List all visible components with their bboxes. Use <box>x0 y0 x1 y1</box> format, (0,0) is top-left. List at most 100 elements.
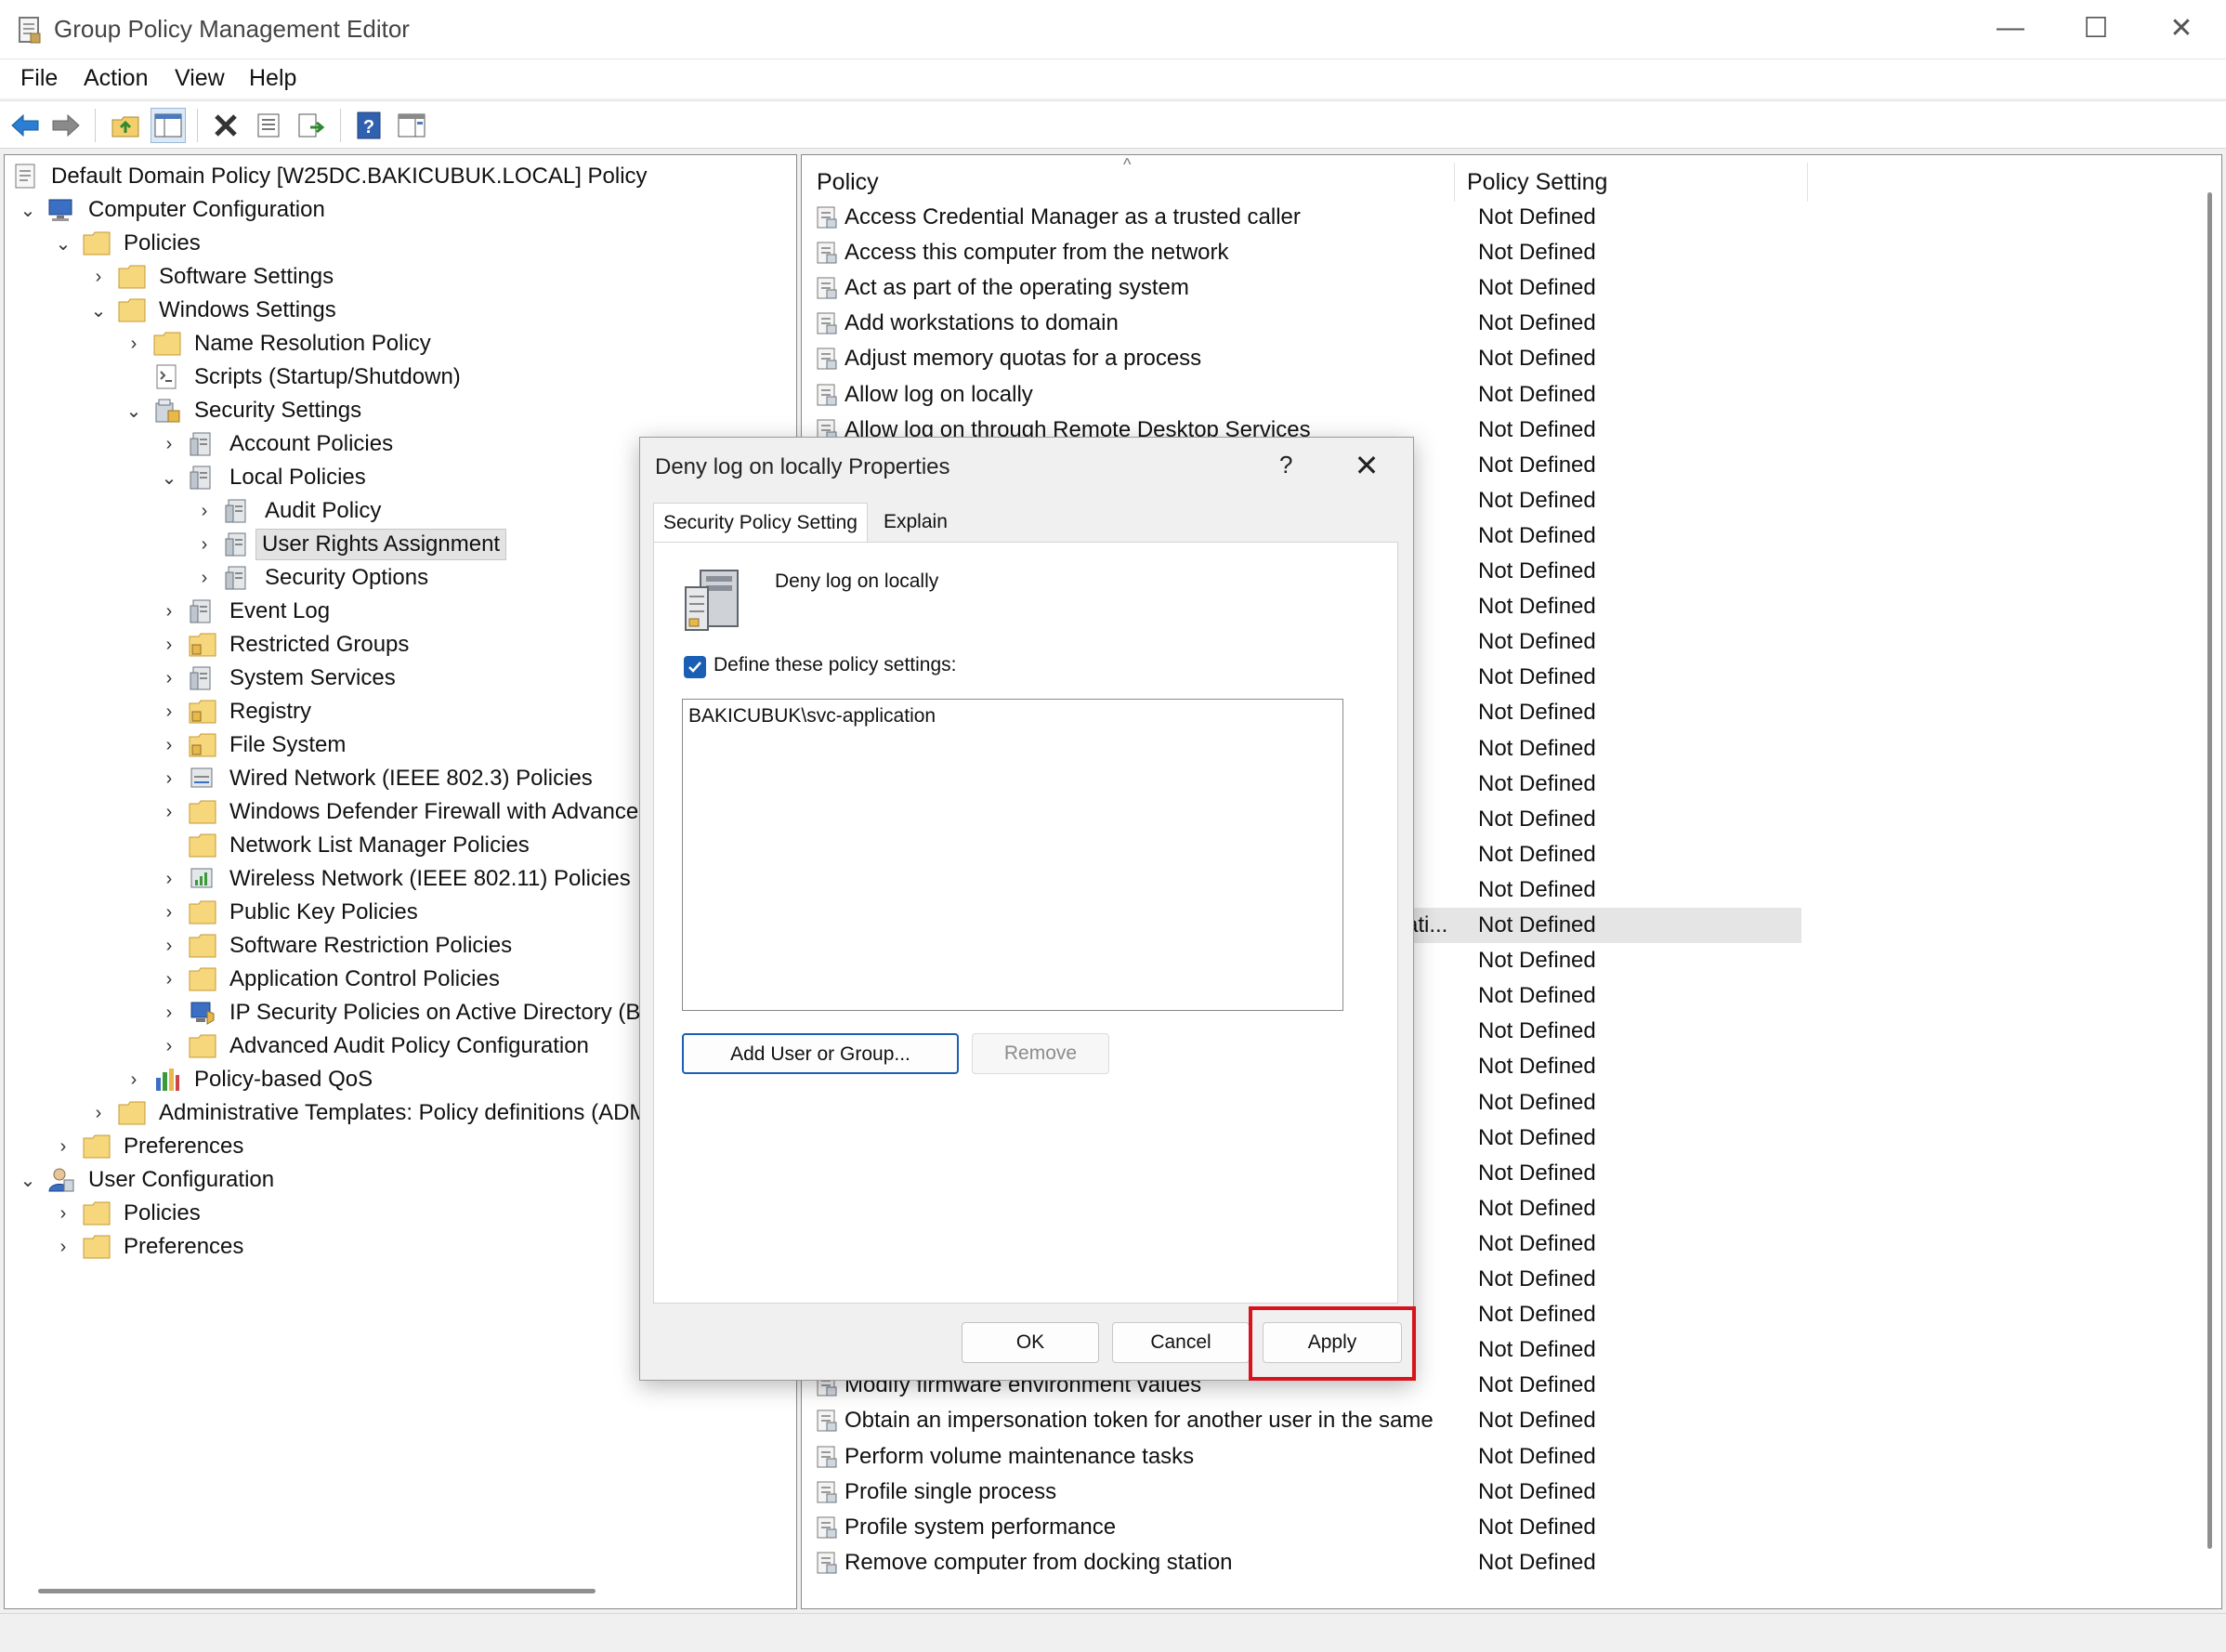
chevron-right-icon[interactable]: › <box>159 997 179 1029</box>
tree-label-security-options: Security Options <box>265 565 429 590</box>
policy-book-icon <box>190 432 211 456</box>
properties-button[interactable] <box>251 108 286 143</box>
policy-setting-value: Not Defined <box>1478 275 1596 301</box>
chevron-right-icon[interactable]: › <box>159 1030 179 1062</box>
chevron-right-icon[interactable]: › <box>159 897 179 928</box>
tree-label-user-rights-assignment: User Rights Assignment <box>255 529 507 560</box>
table-row[interactable]: Access Credential Manager as a trusted c… <box>811 200 1801 235</box>
chevron-down-icon[interactable]: ⌄ <box>88 295 109 326</box>
policy-setting-icon <box>817 206 837 229</box>
help-button[interactable]: ? <box>351 108 386 143</box>
chevron-right-icon[interactable]: › <box>53 1231 73 1263</box>
define-policy-checkbox[interactable] <box>684 656 706 678</box>
tree-item-computer-configuration[interactable]: ⌄ Computer Configuration <box>5 194 794 226</box>
column-header-policy-setting[interactable]: Policy Setting <box>1467 163 1681 202</box>
policy-setting-value: Not Defined <box>1478 1337 1596 1363</box>
policy-setting-value: Not Defined <box>1478 806 1596 832</box>
chevron-right-icon[interactable]: › <box>159 629 179 661</box>
policy-name: Add workstations to domain <box>845 310 1119 336</box>
tab-explain[interactable]: Explain <box>874 503 957 542</box>
dialog-close-button[interactable]: ✕ <box>1348 447 1385 484</box>
policy-setting-icon <box>817 277 837 299</box>
tree-item-scripts[interactable]: Scripts (Startup/Shutdown) <box>5 361 794 393</box>
ok-button[interactable]: OK <box>962 1322 1099 1363</box>
chevron-right-icon[interactable]: › <box>159 930 179 962</box>
user-group-list[interactable]: BAKICUBUK\svc-application <box>682 699 1343 1011</box>
tree-item-policies[interactable]: ⌄ Policies <box>5 228 794 259</box>
vertical-scrollbar[interactable] <box>2207 192 2212 1549</box>
tree-item-name-resolution-policy[interactable]: › Name Resolution Policy <box>5 328 794 360</box>
table-row[interactable]: Perform volume maintenance tasks Not Defi… <box>811 1439 1801 1475</box>
table-row[interactable]: Act as part of the operating system Not D… <box>811 270 1801 306</box>
chevron-down-icon[interactable]: ⌄ <box>124 395 144 426</box>
menu-action[interactable]: Action <box>84 65 148 92</box>
chevron-down-icon[interactable]: ⌄ <box>18 1164 38 1196</box>
chevron-right-icon[interactable]: › <box>159 863 179 895</box>
chevron-right-icon[interactable]: › <box>159 428 179 460</box>
table-row[interactable]: Profile single process Not Defined <box>811 1475 1801 1510</box>
show-hide-console-tree-button[interactable] <box>151 108 186 143</box>
forward-button[interactable] <box>48 108 84 143</box>
chevron-right-icon[interactable]: › <box>159 596 179 627</box>
tree-item-windows-settings[interactable]: ⌄ Windows Settings <box>5 295 794 326</box>
table-row[interactable]: Add workstations to domain Not Defined <box>811 306 1801 341</box>
chevron-down-icon[interactable]: ⌄ <box>159 462 179 493</box>
chevron-right-icon[interactable]: › <box>159 763 179 794</box>
chevron-right-icon[interactable]: › <box>159 696 179 728</box>
folder-icon <box>189 900 216 924</box>
policy-setting-value: Not Defined <box>1478 735 1596 761</box>
table-row[interactable]: Adjust memory quotas for a process Not De… <box>811 341 1801 376</box>
table-row[interactable]: Obtain an impersonation token for anothe… <box>811 1403 1801 1438</box>
policy-setting-icon <box>817 384 837 405</box>
close-window-button[interactable]: ✕ <box>2139 0 2224 56</box>
tree-item-software-settings[interactable]: › Software Settings <box>5 261 794 293</box>
column-header-policy[interactable]: Policy <box>817 163 1318 202</box>
up-folder-button[interactable] <box>108 108 143 143</box>
chevron-right-icon[interactable]: › <box>53 1198 73 1229</box>
menu-view[interactable]: View <box>175 65 225 92</box>
chevron-down-icon[interactable]: ⌄ <box>53 228 73 259</box>
tree-item-security-settings[interactable]: ⌄ Security Settings <box>5 395 794 426</box>
table-row[interactable]: Allow log on locally Not Defined <box>811 377 1801 413</box>
add-user-or-group-button[interactable]: Add User or Group... <box>682 1033 959 1074</box>
cancel-button[interactable]: Cancel <box>1112 1322 1250 1363</box>
maximize-button[interactable]: ☐ <box>2053 0 2139 56</box>
dialog-title: Deny log on locally Properties <box>655 454 950 479</box>
policy-setting-icon <box>817 1552 837 1574</box>
policy-setting-value: Not Defined <box>1478 700 1596 726</box>
table-row[interactable]: Profile system performance Not Defined <box>811 1510 1801 1545</box>
table-row[interactable]: Access this computer from the network Not… <box>811 235 1801 270</box>
tree-item-root[interactable]: Default Domain Policy [W25DC.BAKICUBUK.L… <box>5 161 794 192</box>
chevron-right-icon[interactable]: › <box>194 495 215 527</box>
tree-label-software-settings: Software Settings <box>159 264 334 289</box>
tree-label-local-policies: Local Policies <box>229 465 366 490</box>
menu-file[interactable]: File <box>20 65 58 92</box>
remove-button[interactable]: Remove <box>972 1033 1109 1074</box>
apply-highlight-box <box>1249 1306 1416 1381</box>
chevron-right-icon[interactable]: › <box>124 328 144 360</box>
chevron-right-icon[interactable]: › <box>53 1131 73 1162</box>
chevron-right-icon[interactable]: › <box>88 261 109 293</box>
horizontal-scrollbar[interactable] <box>38 1589 596 1593</box>
show-action-pane-button[interactable] <box>394 108 429 143</box>
menu-help[interactable]: Help <box>249 65 296 92</box>
chevron-right-icon[interactable]: › <box>194 562 215 594</box>
chevron-right-icon[interactable]: › <box>159 662 179 694</box>
chevron-right-icon[interactable]: › <box>159 964 179 995</box>
minimize-button[interactable]: — <box>1968 0 2053 56</box>
chevron-right-icon[interactable]: › <box>124 1064 144 1095</box>
delete-button[interactable] <box>208 108 243 143</box>
chevron-right-icon[interactable]: › <box>159 796 179 828</box>
chevron-right-icon[interactable]: › <box>194 529 215 560</box>
chevron-right-icon[interactable]: › <box>88 1097 109 1129</box>
back-button[interactable] <box>7 108 43 143</box>
chevron-right-icon[interactable]: › <box>159 729 179 761</box>
tab-security-policy-setting[interactable]: Security Policy Setting <box>653 503 868 544</box>
export-list-button[interactable] <box>294 108 329 143</box>
table-row[interactable]: Remove computer from docking station Not … <box>811 1545 1801 1580</box>
dialog-help-button[interactable]: ? <box>1279 451 1292 479</box>
folder-icon <box>83 1134 111 1159</box>
user-entry[interactable]: BAKICUBUK\svc-application <box>688 705 936 728</box>
close-icon: ✕ <box>1354 449 1380 482</box>
chevron-down-icon[interactable]: ⌄ <box>18 194 38 226</box>
